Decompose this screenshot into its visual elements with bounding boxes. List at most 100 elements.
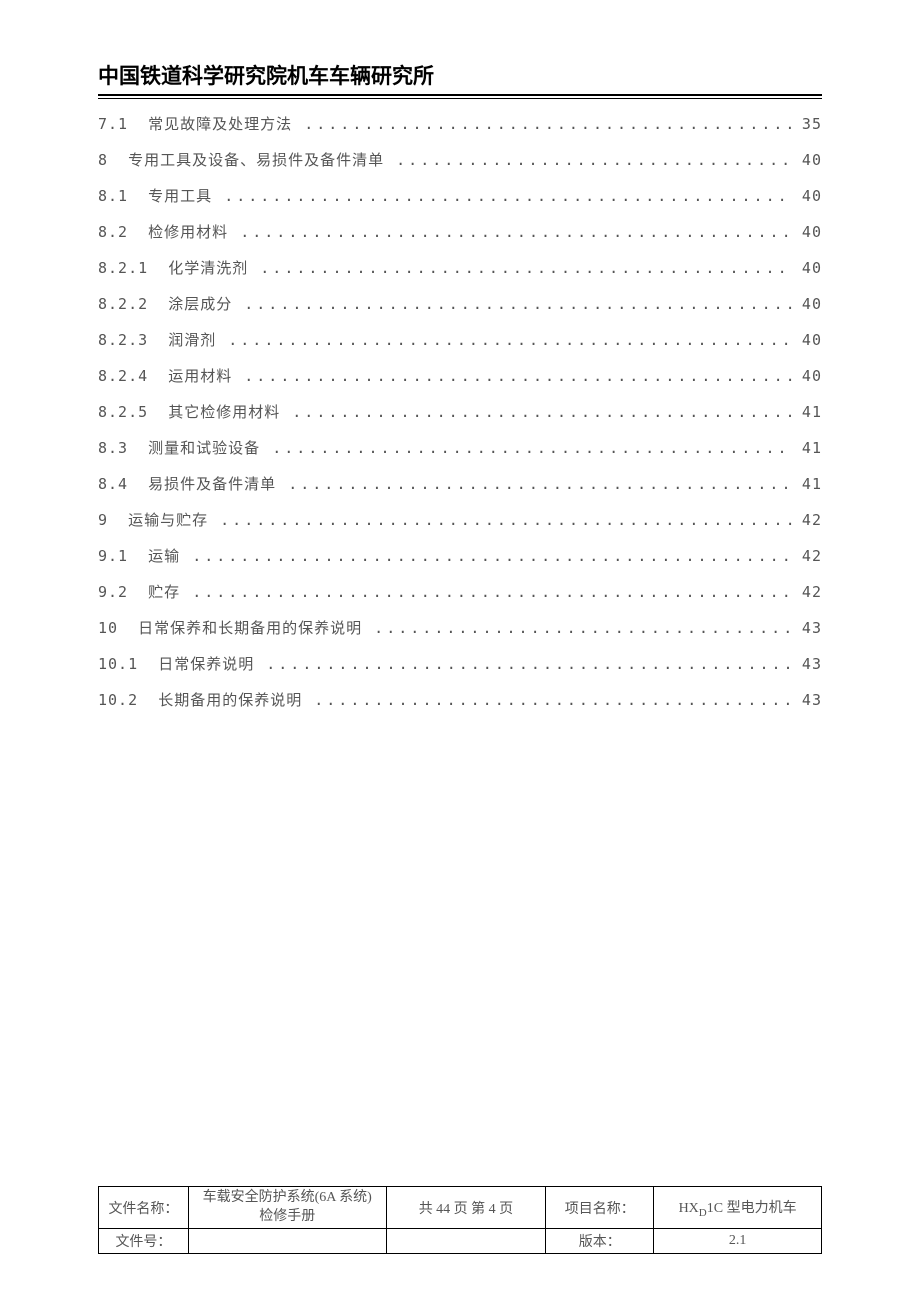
- toc-title: 日常保养说明: [158, 653, 264, 674]
- toc-number: 8.3: [98, 439, 148, 457]
- toc-number: 9.2: [98, 583, 148, 601]
- toc-row: 9.1 运输 .................................…: [98, 545, 822, 581]
- toc-number: 9.1: [98, 547, 148, 565]
- toc-title: 日常保养和长期备用的保养说明: [138, 617, 372, 638]
- toc-page-number: 43: [792, 691, 822, 709]
- toc-title: 化学清洗剂: [168, 257, 258, 278]
- toc-row: 7.1 常见故障及处理方法 ..........................…: [98, 113, 822, 149]
- toc-title: 涂层成分: [168, 293, 242, 314]
- toc-number: 8: [98, 151, 128, 169]
- toc-number: 10.1: [98, 655, 158, 673]
- toc-page-number: 40: [792, 151, 822, 169]
- toc-row: 8.2.4 运用材料 .............................…: [98, 365, 822, 401]
- toc-row: 8 专用工具及设备、易损件及备件清单 .....................…: [98, 149, 822, 185]
- table-of-contents: 7.1 常见故障及处理方法 ..........................…: [98, 113, 822, 725]
- toc-leader-dots: ........................................…: [394, 151, 792, 169]
- version-label: 版本：: [546, 1229, 654, 1254]
- toc-number: 8.2.5: [98, 403, 168, 421]
- toc-row: 8.2.1 化学清洗剂 ............................…: [98, 257, 822, 293]
- toc-leader-dots: ........................................…: [190, 583, 792, 601]
- toc-title: 常见故障及处理方法: [148, 113, 302, 134]
- project-suffix: 1C 型电力机车: [707, 1201, 797, 1216]
- toc-leader-dots: ........................................…: [264, 655, 792, 673]
- project-label: 项目名称：: [546, 1187, 654, 1229]
- toc-page-number: 40: [792, 367, 822, 385]
- toc-leader-dots: ........................................…: [302, 115, 792, 133]
- project-sub: D: [699, 1206, 707, 1218]
- page-header-title: 中国铁道科学研究院机车车辆研究所: [98, 60, 822, 94]
- header-rule-thin: [98, 98, 822, 99]
- toc-leader-dots: ........................................…: [226, 331, 792, 349]
- footer-table: 文件名称： 车载安全防护系统(6A 系统) 检修手册 共 44 页 第 4 页 …: [98, 1186, 822, 1254]
- toc-number: 7.1: [98, 115, 148, 133]
- file-name-line2: 检修手册: [259, 1209, 315, 1224]
- file-name-value: 车载安全防护系统(6A 系统) 检修手册: [188, 1187, 386, 1229]
- toc-number: 10.2: [98, 691, 158, 709]
- toc-title: 运输: [148, 545, 190, 566]
- toc-row: 8.2.2 涂层成分 .............................…: [98, 293, 822, 329]
- toc-page-number: 41: [792, 475, 822, 493]
- toc-title: 运用材料: [168, 365, 242, 386]
- toc-leader-dots: ........................................…: [270, 439, 792, 457]
- toc-leader-dots: ........................................…: [258, 259, 792, 277]
- toc-number: 9: [98, 511, 128, 529]
- toc-number: 8.2.2: [98, 295, 168, 313]
- toc-row: 9 运输与贮存 ................................…: [98, 509, 822, 545]
- toc-row: 10.2 长期备用的保养说明 .........................…: [98, 689, 822, 725]
- toc-title: 长期备用的保养说明: [158, 689, 312, 710]
- toc-page-number: 42: [792, 511, 822, 529]
- toc-title: 运输与贮存: [128, 509, 218, 530]
- toc-leader-dots: ........................................…: [242, 367, 792, 385]
- toc-page-number: 43: [792, 655, 822, 673]
- toc-row: 10.1 日常保养说明 ............................…: [98, 653, 822, 689]
- toc-row: 8.2.3 润滑剂 ..............................…: [98, 329, 822, 365]
- footer-row-1: 文件名称： 车载安全防护系统(6A 系统) 检修手册 共 44 页 第 4 页 …: [99, 1187, 822, 1229]
- project-prefix: HX: [679, 1201, 699, 1216]
- toc-leader-dots: ........................................…: [312, 691, 792, 709]
- toc-row: 8.3 测量和试验设备 ............................…: [98, 437, 822, 473]
- toc-title: 专用工具及设备、易损件及备件清单: [128, 149, 394, 170]
- toc-number: 8.4: [98, 475, 148, 493]
- toc-title: 润滑剂: [168, 329, 226, 350]
- file-name-line1: 车载安全防护系统(6A 系统): [203, 1190, 372, 1205]
- toc-row: 8.2 检修用材料 ..............................…: [98, 221, 822, 257]
- project-value: HXD1C 型电力机车: [654, 1187, 822, 1229]
- version-value: 2.1: [654, 1229, 822, 1254]
- toc-page-number: 40: [792, 295, 822, 313]
- toc-leader-dots: ........................................…: [218, 511, 792, 529]
- toc-number: 8.2.4: [98, 367, 168, 385]
- toc-number: 8.2.3: [98, 331, 168, 349]
- footer-row-2: 文件号： 版本： 2.1: [99, 1229, 822, 1254]
- toc-page-number: 35: [792, 115, 822, 133]
- toc-number: 8.1: [98, 187, 148, 205]
- toc-page-number: 40: [792, 331, 822, 349]
- footer-blank-cell: [386, 1229, 546, 1254]
- file-no-value: [188, 1229, 386, 1254]
- toc-leader-dots: ........................................…: [290, 403, 792, 421]
- toc-title: 易损件及备件清单: [148, 473, 286, 494]
- toc-page-number: 40: [792, 223, 822, 241]
- toc-title: 其它检修用材料: [168, 401, 290, 422]
- toc-page-number: 41: [792, 403, 822, 421]
- toc-row: 8.2.5 其它检修用材料 ..........................…: [98, 401, 822, 437]
- toc-number: 8.2.1: [98, 259, 168, 277]
- pagination-cell: 共 44 页 第 4 页: [386, 1187, 546, 1229]
- header-rule-thick: [98, 94, 822, 96]
- toc-leader-dots: ........................................…: [286, 475, 792, 493]
- toc-page-number: 40: [792, 259, 822, 277]
- toc-row: 9.2 贮存 .................................…: [98, 581, 822, 617]
- toc-row: 8.1 专用工具 ...............................…: [98, 185, 822, 221]
- toc-page-number: 40: [792, 187, 822, 205]
- toc-page-number: 42: [792, 547, 822, 565]
- toc-title: 专用工具: [148, 185, 222, 206]
- toc-number: 10: [98, 619, 138, 637]
- toc-title: 测量和试验设备: [148, 437, 270, 458]
- toc-leader-dots: ........................................…: [222, 187, 792, 205]
- document-page: 中国铁道科学研究院机车车辆研究所 7.1 常见故障及处理方法 .........…: [98, 60, 822, 725]
- toc-page-number: 41: [792, 439, 822, 457]
- file-no-label: 文件号：: [99, 1229, 189, 1254]
- toc-row: 10 日常保养和长期备用的保养说明 ......................…: [98, 617, 822, 653]
- toc-leader-dots: ........................................…: [238, 223, 792, 241]
- toc-page-number: 42: [792, 583, 822, 601]
- toc-page-number: 43: [792, 619, 822, 637]
